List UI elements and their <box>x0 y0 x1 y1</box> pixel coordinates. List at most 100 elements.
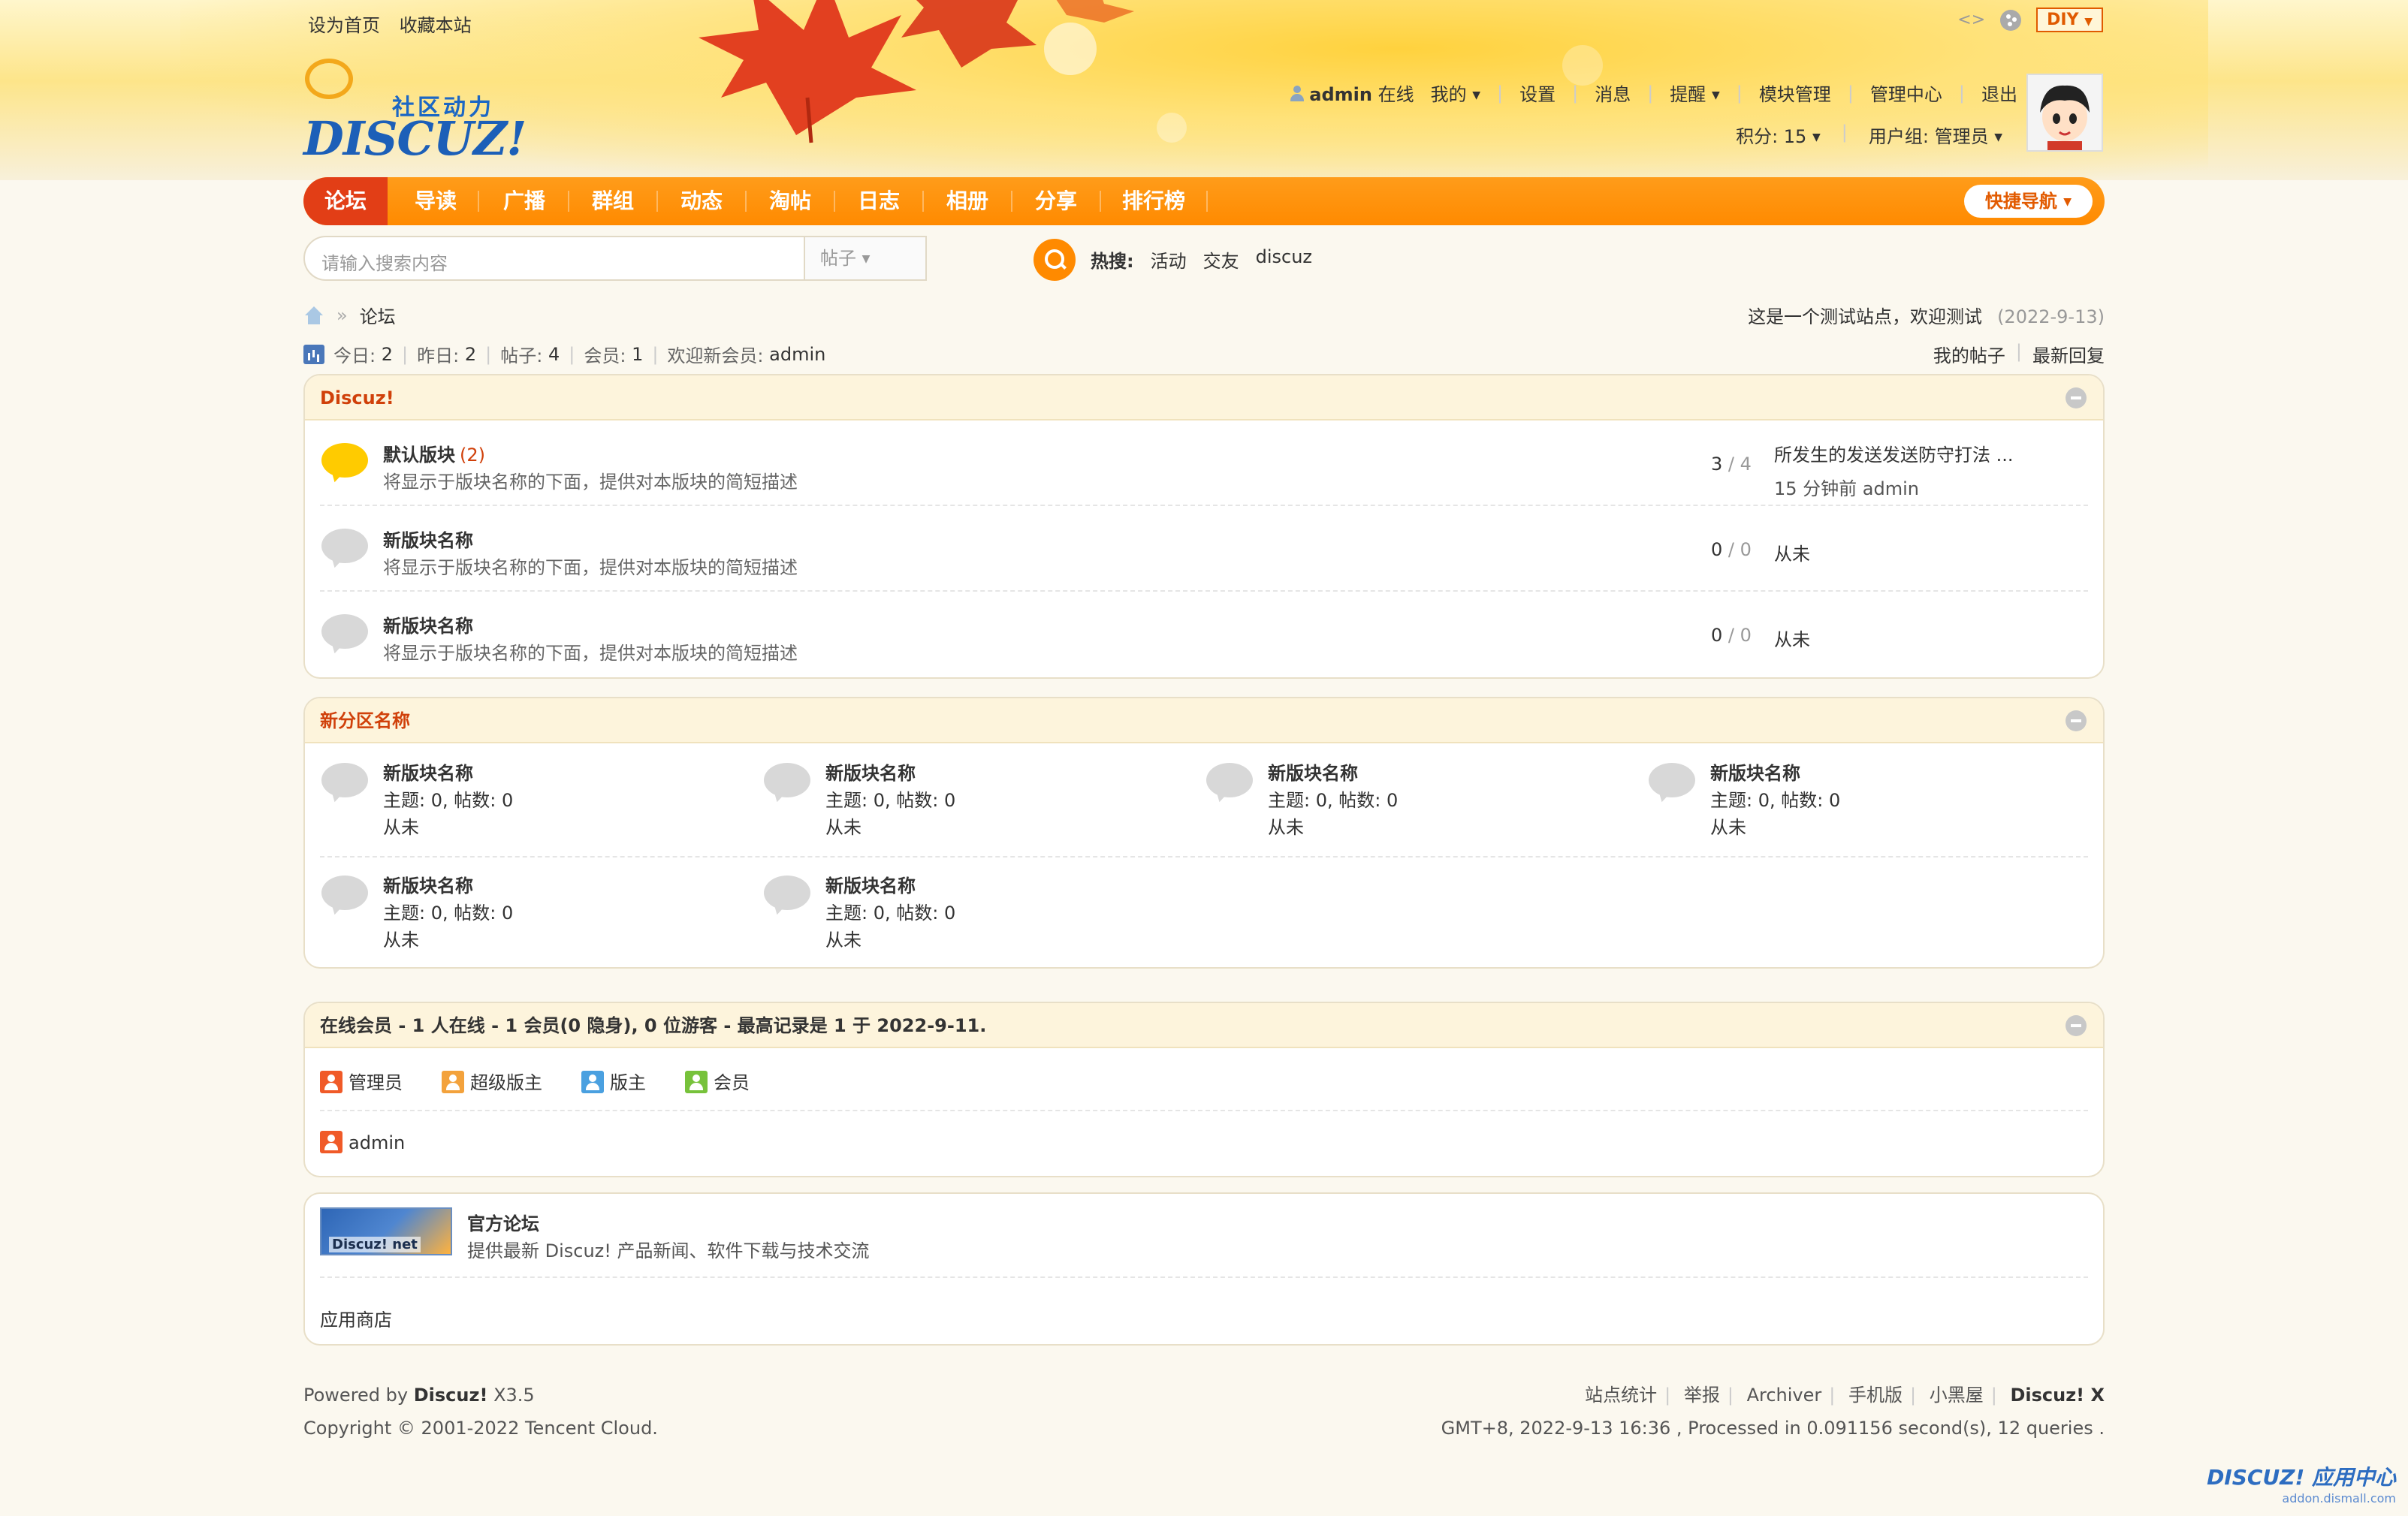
breadcrumb-separator: » <box>336 304 348 326</box>
avatar[interactable] <box>2026 74 2103 152</box>
footer-links: 站点统计 | 举报 | Archiver | 手机版 | 小黑屋 | Discuz! X <box>1585 1385 2105 1406</box>
category-title[interactable]: 新分区名称 <box>320 710 410 731</box>
footer-link[interactable]: Discuz! X <box>2010 1385 2105 1406</box>
points-menu[interactable]: 积分: 15 ▼ <box>1736 122 1821 148</box>
divider <box>320 1110 2088 1111</box>
footer-left: Powered by Discuz! X3.5 Copyright © 2001… <box>303 1379 658 1445</box>
my-posts-link[interactable]: 我的帖子 <box>1933 341 2005 367</box>
forum-name-link[interactable]: 默认版块 <box>383 445 455 466</box>
nav-item-feed[interactable]: 动态 <box>661 177 742 225</box>
forum-stats: 主题: 0, 帖数: 0 <box>825 903 956 924</box>
nav-item-blog[interactable]: 日志 <box>838 177 919 225</box>
footer-right: 站点统计 | 举报 | Archiver | 手机版 | 小黑屋 | Discuz! X … <box>1441 1379 2105 1445</box>
newest-member-link[interactable]: admin <box>769 344 825 365</box>
user-status: admin 在线 <box>1290 80 1414 106</box>
menu-admin-center[interactable]: 管理中心 <box>1870 80 1942 106</box>
online-title[interactable]: 在线会员 - 1 人在线 - 1 会员(0 隐身), 0 位游客 - 最高记录是… <box>320 1015 986 1036</box>
username-link[interactable]: admin <box>1309 84 1372 105</box>
nav-item-ranking[interactable]: 排行榜 <box>1104 177 1203 225</box>
footer-link[interactable]: 站点统计 <box>1585 1385 1657 1406</box>
forum-row: 默认版块 (2) 将显示于版块名称的下面，提供对本版块的简短描述 3 / 4 所发… <box>320 420 2088 506</box>
nav-item-forum[interactable]: 论坛 <box>303 177 388 225</box>
forum-name-link[interactable]: 新版块名称 <box>383 871 473 897</box>
forum-name-link[interactable]: 新版块名称 <box>1268 758 1358 785</box>
collapse-icon[interactable] <box>2066 710 2087 731</box>
forum-name-link[interactable]: 新版块名称 <box>383 758 473 785</box>
search-input[interactable]: 请输入搜索内容 帖子 ▼ <box>303 236 927 281</box>
category-new-section: 新分区名称 新版块名称 主题: 0, 帖数: 0 从未 新版块名称 主题: 0,… <box>303 697 2105 969</box>
site-logo[interactable]: 社区动力 DISCUZ! <box>303 59 527 166</box>
hot-search-item[interactable]: 交友 <box>1203 246 1239 273</box>
breadcrumb-current[interactable]: 论坛 <box>360 302 396 328</box>
menu-settings[interactable]: 设置 <box>1519 80 1556 106</box>
app-store-link[interactable]: 应用商店 <box>320 1305 392 1331</box>
stat-value: 2 <box>464 343 477 365</box>
forum-name-link[interactable]: 新版块名称 <box>383 616 473 637</box>
bookmark-link[interactable]: 收藏本站 <box>400 15 472 36</box>
stat-value: 2 <box>381 343 394 365</box>
last-post-link[interactable]: 所发生的发送发送防守打法 ... <box>1774 445 2014 466</box>
forum-name-link[interactable]: 新版块名称 <box>825 758 916 785</box>
legend-item: 版主 <box>581 1068 646 1094</box>
home-icon[interactable] <box>303 306 324 324</box>
online-username[interactable]: admin <box>349 1132 405 1153</box>
footer-link[interactable]: 举报 <box>1684 1385 1720 1406</box>
admin-user-icon <box>320 1131 342 1153</box>
logo-en-text: DISCUZ! <box>303 111 527 166</box>
discuz-net-banner[interactable]: Discuz! net <box>320 1207 452 1255</box>
footer-link[interactable]: 手机版 <box>1848 1385 1903 1406</box>
diy-button[interactable]: DIY ▼ <box>2036 8 2103 32</box>
menu-notifications[interactable]: 提醒 ▼ <box>1670 80 1719 106</box>
nav-item-guide[interactable]: 导读 <box>397 177 475 225</box>
notice-text[interactable]: 这是一个测试站点，欢迎测试 <box>1748 306 1982 327</box>
link-title[interactable]: 官方论坛 <box>467 1209 539 1235</box>
divider: | <box>1572 82 1579 104</box>
caret-down-icon: ▼ <box>2063 196 2072 208</box>
forum-name-link[interactable]: 新版块名称 <box>383 530 473 551</box>
usergroup-menu[interactable]: 用户组: 管理员 ▼ <box>1869 122 2002 148</box>
user-meta: 积分: 15 ▼ | 用户组: 管理员 ▼ <box>1736 122 2002 148</box>
collapse-icon[interactable] <box>2066 1015 2087 1036</box>
code-icon[interactable]: <> <box>1957 11 1985 29</box>
forum-grid-item: 新版块名称 主题: 0, 帖数: 0 从未 <box>1205 743 1640 848</box>
divider: | <box>1647 82 1654 104</box>
online-user[interactable]: admin <box>320 1131 405 1153</box>
footer-link[interactable]: Archiver <box>1747 1385 1822 1406</box>
forum-stats: 主题: 0, 帖数: 0 <box>1268 790 1399 811</box>
category-title[interactable]: Discuz! <box>320 387 394 408</box>
footer-link[interactable]: 小黑屋 <box>1930 1385 1984 1406</box>
latest-reply-link[interactable]: 最新回复 <box>2032 341 2105 367</box>
forum-stats: 主题: 0, 帖数: 0 <box>383 790 514 811</box>
divider: | <box>1958 82 1965 104</box>
menu-logout[interactable]: 退出 <box>1981 80 2017 106</box>
nav-item-groups[interactable]: 群组 <box>572 177 653 225</box>
diy-label: DIY <box>2047 11 2079 29</box>
caret-down-icon: ▼ <box>862 253 871 265</box>
breadcrumb: » 论坛 <box>303 302 396 328</box>
stat-value: 4 <box>548 343 560 365</box>
avatar-image <box>2028 75 2102 150</box>
palette-icon[interactable] <box>2000 9 2022 31</box>
collapse-icon[interactable] <box>2066 387 2087 408</box>
powered-brand-link[interactable]: Discuz! <box>414 1385 488 1406</box>
menu-messages[interactable]: 消息 <box>1595 80 1631 106</box>
set-home-link[interactable]: 设为首页 <box>308 15 380 36</box>
search-type-select[interactable]: 帖子 ▼ <box>804 237 925 279</box>
hot-search-item[interactable]: 活动 <box>1151 246 1187 273</box>
site-notice: 这是一个测试站点，欢迎测试 (2022-9-13) <box>1748 302 2105 328</box>
search-button[interactable] <box>1034 239 1076 281</box>
nav-item-collection[interactable]: 淘帖 <box>750 177 831 225</box>
menu-module-manage[interactable]: 模块管理 <box>1759 80 1831 106</box>
forum-last-post: 从未 <box>825 930 862 951</box>
menu-my[interactable]: 我的 ▼ <box>1431 80 1480 106</box>
forum-name-link[interactable]: 新版块名称 <box>825 871 916 897</box>
hot-search-item[interactable]: discuz <box>1256 246 1312 273</box>
forum-today-count: (2) <box>460 445 485 466</box>
forum-name-link[interactable]: 新版块名称 <box>1710 758 1800 785</box>
main-nav: 论坛 导读 广播 群组 动态 淘帖 日志 相册 分享 排行榜 快捷导航 ▼ <box>303 177 2105 225</box>
nav-item-share[interactable]: 分享 <box>1015 177 1097 225</box>
nav-item-album[interactable]: 相册 <box>927 177 1008 225</box>
quick-nav-button[interactable]: 快捷导航 ▼ <box>1963 185 2093 218</box>
forum-desc: 将显示于版块名称的下面，提供对本版块的简短描述 <box>383 643 798 664</box>
nav-item-broadcast[interactable]: 广播 <box>484 177 565 225</box>
